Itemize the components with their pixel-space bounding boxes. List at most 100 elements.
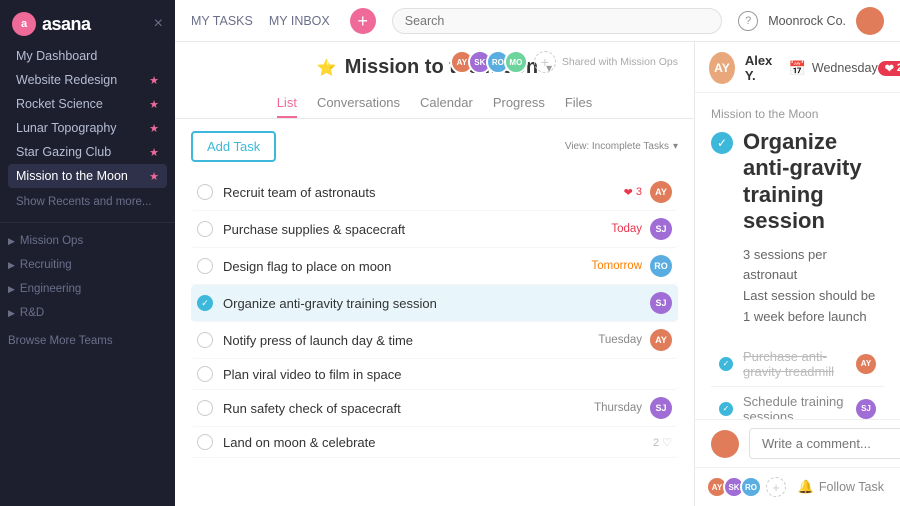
add-button[interactable]: + — [350, 8, 376, 34]
add-follower-button[interactable]: + — [766, 477, 786, 497]
heart-icon: ❤ — [885, 62, 894, 75]
task-row[interactable]: Land on moon & celebrate 2 ♡ — [191, 427, 678, 458]
task-assignee-avatar: SJ — [650, 218, 672, 240]
sidebar-item-mission-moon[interactable]: Mission to the Moon ★ — [8, 164, 167, 188]
task-checkbox[interactable]: ✓ — [197, 295, 213, 311]
subtask-checkbox[interactable]: ✓ — [719, 402, 733, 416]
team-label: Engineering — [20, 283, 81, 295]
heart-badge[interactable]: ❤ 2 — [878, 61, 900, 76]
detail-breadcrumb: Mission to the Moon — [711, 107, 884, 121]
detail-task-title: Organize anti-gravity training session — [743, 129, 884, 235]
browse-more-teams-link[interactable]: Browse More Teams — [0, 329, 175, 353]
add-member-button[interactable]: + — [534, 51, 556, 73]
task-toolbar: Add Task View: Incomplete Tasks ▾ — [191, 131, 678, 162]
detail-body: Mission to the Moon ✓ Organize anti-grav… — [695, 93, 900, 419]
task-list-body: Add Task View: Incomplete Tasks ▾ Recrui… — [175, 119, 694, 506]
my-tasks-link[interactable]: MY TASKS — [191, 14, 253, 28]
star-icon: ★ — [149, 146, 159, 159]
comment-input[interactable] — [749, 428, 900, 459]
sidebar-item-rocket-science[interactable]: Rocket Science ★ — [8, 92, 167, 116]
subtask-list: ✓ Purchase anti-gravity treadmill AY ✓ S… — [711, 342, 884, 419]
star-icon: ★ — [149, 74, 159, 87]
show-recents-link[interactable]: Show Recents and more... — [8, 192, 167, 212]
detail-task-desc-line1: 3 sessions per astronaut — [743, 245, 884, 287]
sidebar-engineering[interactable]: ▶ Engineering — [0, 277, 175, 301]
search-input[interactable] — [392, 8, 722, 34]
task-name: Recruit team of astronauts — [223, 185, 624, 200]
content-area: ⭐ Mission to the Moon ▾ AY SK RO MO + Sh… — [175, 42, 900, 506]
task-checkbox[interactable] — [197, 184, 213, 200]
task-panel: ⭐ Mission to the Moon ▾ AY SK RO MO + Sh… — [175, 42, 695, 506]
shared-label: Shared with Mission Ops — [562, 56, 678, 68]
follow-task-button[interactable]: 🔔 Follow Task — [798, 479, 884, 495]
asana-wordmark: asana — [42, 14, 91, 35]
sidebar-item-label: Lunar Topography — [16, 121, 117, 135]
task-row[interactable]: Plan viral video to film in space — [191, 359, 678, 390]
subtask-row[interactable]: ✓ Purchase anti-gravity treadmill AY — [711, 342, 884, 387]
sidebar-recruiting[interactable]: ▶ Recruiting — [0, 253, 175, 277]
tab-conversations[interactable]: Conversations — [317, 89, 400, 118]
my-inbox-link[interactable]: MY INBOX — [269, 14, 330, 28]
chevron-down-icon: ▾ — [673, 141, 678, 152]
task-name: Purchase supplies & spacecraft — [223, 222, 611, 237]
task-assignee-avatar: RO — [650, 255, 672, 277]
subtask-row[interactable]: ✓ Schedule training sessions SJ — [711, 387, 884, 419]
shared-avatar: MO — [504, 50, 528, 74]
task-row[interactable]: Recruit team of astronauts ❤ 3 AY — [191, 174, 678, 211]
detail-header: AY Alex Y. 📅 Wednesday ❤ 2 🏷 👥 📎 ••• — [695, 42, 900, 93]
tab-list[interactable]: List — [277, 89, 297, 118]
sidebar-item-website-redesign[interactable]: Website Redesign ★ — [8, 68, 167, 92]
sidebar-item-star-gazing[interactable]: Star Gazing Club ★ — [8, 140, 167, 164]
chevron-right-icon: ▶ — [8, 284, 15, 295]
asana-logo: a asana — [12, 12, 91, 36]
task-row[interactable]: Design flag to place on moon Tomorrow RO — [191, 248, 678, 285]
sidebar-item-lunar-topography[interactable]: Lunar Topography ★ — [8, 116, 167, 140]
task-name: Plan viral video to film in space — [223, 367, 672, 382]
sidebar-item-dashboard[interactable]: My Dashboard — [8, 44, 167, 68]
task-due-date: Tomorrow — [592, 260, 642, 272]
team-label: Mission Ops — [20, 235, 83, 247]
detail-task-check[interactable]: ✓ — [711, 132, 733, 154]
task-row[interactable]: Purchase supplies & spacecraft Today SJ — [191, 211, 678, 248]
tab-files[interactable]: Files — [565, 89, 592, 118]
tab-progress[interactable]: Progress — [493, 89, 545, 118]
task-checkbox[interactable] — [197, 332, 213, 348]
task-row[interactable]: Notify press of launch day & time Tuesda… — [191, 322, 678, 359]
sidebar-item-label: Rocket Science — [16, 97, 103, 111]
task-checkbox[interactable] — [197, 366, 213, 382]
task-likes: 2 ♡ — [653, 436, 672, 449]
sidebar-teams: ▶ Mission Ops ▶ Recruiting ▶ Engineering… — [0, 229, 175, 353]
task-due-date: Today — [611, 223, 642, 235]
detail-actions: ❤ 2 🏷 👥 📎 ••• ✕ — [878, 58, 900, 78]
task-name: Design flag to place on moon — [223, 259, 592, 274]
sidebar-item-label: My Dashboard — [16, 49, 97, 63]
follow-task-label: Follow Task — [819, 480, 884, 494]
bell-icon: 🔔 — [798, 479, 814, 495]
task-checkbox[interactable] — [197, 221, 213, 237]
task-checkbox[interactable] — [197, 400, 213, 416]
sidebar-item-label: Star Gazing Club — [16, 145, 111, 159]
project-star-icon: ⭐ — [317, 58, 337, 78]
detail-task-desc-line2: Last session should be 1 week before lau… — [743, 286, 884, 328]
sidebar-item-label: Mission to the Moon — [16, 169, 128, 183]
subtask-checkbox[interactable]: ✓ — [719, 357, 733, 371]
task-assignee-avatar: AY — [650, 181, 672, 203]
task-checkbox[interactable] — [197, 258, 213, 274]
task-checkbox[interactable] — [197, 434, 213, 450]
add-task-button[interactable]: Add Task — [191, 131, 276, 162]
main-content: MY TASKS MY INBOX + ? Moonrock Co. ⭐ Mis… — [175, 0, 900, 506]
view-filter-dropdown[interactable]: View: Incomplete Tasks ▾ — [565, 141, 678, 152]
detail-task-title-row: ✓ Organize anti-gravity training session — [711, 129, 884, 235]
task-row[interactable]: Run safety check of spacecraft Thursday … — [191, 390, 678, 427]
tab-calendar[interactable]: Calendar — [420, 89, 473, 118]
help-button[interactable]: ? — [738, 11, 758, 31]
task-row[interactable]: ✓ Organize anti-gravity training session… — [191, 285, 678, 322]
org-name: Moonrock Co. — [768, 14, 846, 28]
task-badge: ❤ 3 — [624, 186, 642, 199]
detail-due-row: 📅 Wednesday — [788, 60, 877, 77]
user-avatar[interactable] — [856, 7, 884, 35]
sidebar-rd[interactable]: ▶ R&D — [0, 301, 175, 325]
sidebar-close-button[interactable]: × — [154, 15, 163, 33]
sidebar-mission-ops[interactable]: ▶ Mission Ops — [0, 229, 175, 253]
task-due-date: Tuesday — [598, 334, 642, 346]
